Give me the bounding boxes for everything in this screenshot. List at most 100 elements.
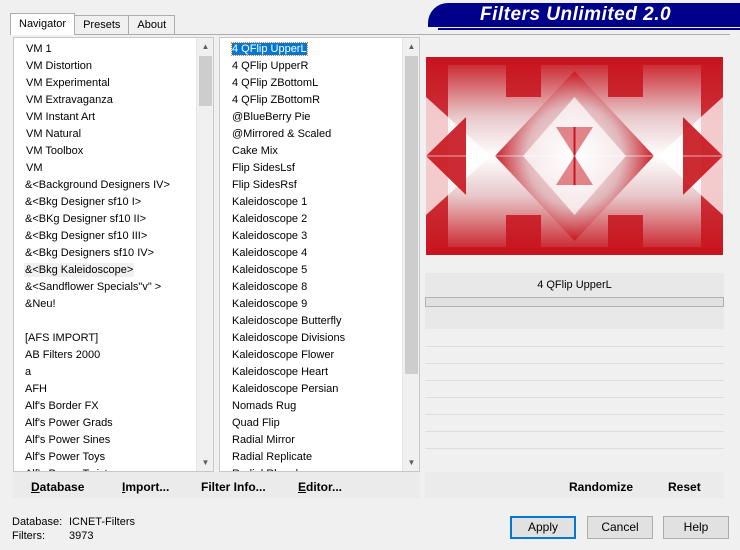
filter-item[interactable]: 4 QFlip UpperL [220, 41, 402, 58]
category-label: Alf's Power Grads [25, 417, 113, 429]
import-button[interactable]: Import... [122, 472, 169, 498]
category-scrollbar[interactable]: ▲ ▼ [196, 38, 213, 471]
category-label: Alf's Power Toys [25, 451, 106, 463]
filter-item[interactable]: Radial Mirror [220, 432, 402, 449]
scroll-down-icon[interactable]: ▼ [197, 454, 213, 471]
category-item[interactable]: &Neu! [14, 296, 196, 313]
category-item[interactable]: &<Bkg Designer sf10 III> [14, 228, 196, 245]
filters-label: Filters: [12, 530, 45, 542]
help-button[interactable]: Help [663, 516, 729, 539]
filter-item[interactable]: Kaleidoscope Heart [220, 364, 402, 381]
category-item[interactable]: VM Distortion [14, 58, 196, 75]
filter-item[interactable]: 4 QFlip UpperR [220, 58, 402, 75]
category-item[interactable]: Alf's Border FX [14, 398, 196, 415]
category-item[interactable]: [AFS IMPORT] [14, 330, 196, 347]
category-item[interactable]: &<Background Designers IV> [14, 177, 196, 194]
category-item[interactable]: VM Extravaganza [14, 92, 196, 109]
scroll-down-icon[interactable]: ▼ [403, 454, 419, 471]
filter-item[interactable]: Radial Replicate [220, 449, 402, 466]
filter-item[interactable]: Kaleidoscope Divisions [220, 330, 402, 347]
database-button[interactable]: Database [31, 472, 84, 498]
filter-item[interactable]: Kaleidoscope 9 [220, 296, 402, 313]
filter-item[interactable]: 4 QFlip ZBottomR [220, 92, 402, 109]
filter-item[interactable]: Kaleidoscope 8 [220, 279, 402, 296]
category-item[interactable]: Alf's Power Sines [14, 432, 196, 449]
filter-label: Kaleidoscope 5 [232, 264, 308, 276]
category-item[interactable]: VM [14, 160, 196, 177]
reset-button[interactable]: Reset [668, 472, 701, 498]
filter-list-panel: 4 QFlip UpperL 4 QFlip UpperR 4 QFlip ZBot… [219, 37, 420, 472]
filter-label: 4 QFlip ZBottomL [232, 77, 319, 89]
filter-item[interactable]: Kaleidoscope Butterfly [220, 313, 402, 330]
category-item[interactable]: Alf's Power Toys [14, 449, 196, 466]
category-item[interactable]: &<Bkg Kaleidoscope> [14, 262, 196, 279]
category-item[interactable]: a [14, 364, 196, 381]
category-item[interactable]: VM Experimental [14, 75, 196, 92]
category-item[interactable]: VM Toolbox [14, 143, 196, 160]
filter-item[interactable]: Kaleidoscope 1 [220, 194, 402, 211]
filter-label: Kaleidoscope Butterfly [232, 315, 342, 327]
tab-navigator[interactable]: Navigator [10, 13, 76, 35]
filter-item[interactable]: @BlueBerry Pie [220, 109, 402, 126]
category-item[interactable] [14, 313, 196, 330]
filter-item[interactable]: @Mirrored & Scaled [220, 126, 402, 143]
category-item[interactable]: &<BKg Designer sf10 II> [14, 211, 196, 228]
filter-label: Radial Mirror [232, 434, 295, 446]
filter-label: Kaleidoscope Persian [232, 383, 339, 395]
filter-item[interactable]: Kaleidoscope 2 [220, 211, 402, 228]
parameter-row-line [425, 431, 724, 432]
filter-item[interactable]: Kaleidoscope 3 [220, 228, 402, 245]
filter-item[interactable]: Flip SidesLsf [220, 160, 402, 177]
category-item[interactable]: Alf's Power Grads [14, 415, 196, 432]
filter-item[interactable]: Flip SidesRsf [220, 177, 402, 194]
filter-label: Quad Flip [232, 417, 280, 429]
filter-control-slider[interactable] [425, 297, 724, 307]
editor-button[interactable]: Editor... [298, 472, 342, 498]
category-item[interactable]: AB Filters 2000 [14, 347, 196, 364]
category-item[interactable]: &<Sandflower Specials"v" > [14, 279, 196, 296]
filter-item[interactable]: 4 QFlip ZBottomL [220, 75, 402, 92]
apply-button[interactable]: Apply [510, 516, 576, 539]
selected-filter-name: 4 QFlip UpperL [425, 273, 724, 297]
category-item[interactable]: &<Bkg Designer sf10 I> [14, 194, 196, 211]
scroll-up-icon[interactable]: ▲ [197, 38, 213, 55]
category-item[interactable]: VM Natural [14, 126, 196, 143]
filter-scrollbar[interactable]: ▲ ▼ [402, 38, 419, 471]
filter-info-button[interactable]: Filter Info... [201, 472, 266, 498]
parameter-row-line [425, 397, 724, 398]
tab-about[interactable]: About [128, 15, 176, 35]
category-list[interactable]: VM 1 VM Distortion VM Experimental VM Extra… [14, 41, 196, 471]
category-label: VM [26, 162, 43, 174]
randomize-button[interactable]: Randomize [569, 472, 633, 498]
database-info: Database: ICNET-Filters [12, 516, 135, 528]
category-label: &<Bkg Designers sf10 IV> [25, 247, 155, 259]
category-item[interactable]: &<Bkg Designers sf10 IV> [14, 245, 196, 262]
category-label: &<Bkg Designer sf10 I> [25, 196, 142, 208]
parameter-row-line [425, 363, 724, 364]
filter-item[interactable]: Kaleidoscope Persian [220, 381, 402, 398]
category-label: VM Toolbox [26, 145, 84, 157]
filter-list[interactable]: 4 QFlip UpperL 4 QFlip UpperR 4 QFlip ZBot… [220, 41, 402, 471]
filter-item[interactable]: Quad Flip [220, 415, 402, 432]
category-item[interactable]: VM 1 [14, 41, 196, 58]
filter-label: Kaleidoscope Heart [232, 366, 329, 378]
category-scroll-thumb[interactable] [199, 56, 212, 106]
scroll-up-icon[interactable]: ▲ [403, 38, 419, 55]
filter-label: Nomads Rug [232, 400, 297, 412]
category-label: VM Extravaganza [26, 94, 113, 106]
filter-label: 4 QFlip UpperR [232, 60, 309, 72]
category-list-panel: VM 1 VM Distortion VM Experimental VM Extra… [13, 37, 214, 472]
control-spacer [425, 307, 724, 329]
category-item[interactable]: AFH [14, 381, 196, 398]
category-label: &<Background Designers IV> [25, 179, 170, 191]
tab-presets[interactable]: Presets [74, 15, 130, 35]
filter-item[interactable]: Nomads Rug [220, 398, 402, 415]
filter-item[interactable]: Kaleidoscope Flower [220, 347, 402, 364]
filter-item[interactable]: Cake Mix [220, 143, 402, 160]
category-item[interactable]: VM Instant Art [14, 109, 196, 126]
filter-item[interactable]: Kaleidoscope 5 [220, 262, 402, 279]
category-label: Alf's Power Sines [25, 434, 111, 446]
filter-scroll-thumb[interactable] [405, 56, 418, 374]
cancel-button[interactable]: Cancel [587, 516, 653, 539]
filter-item[interactable]: Kaleidoscope 4 [220, 245, 402, 262]
